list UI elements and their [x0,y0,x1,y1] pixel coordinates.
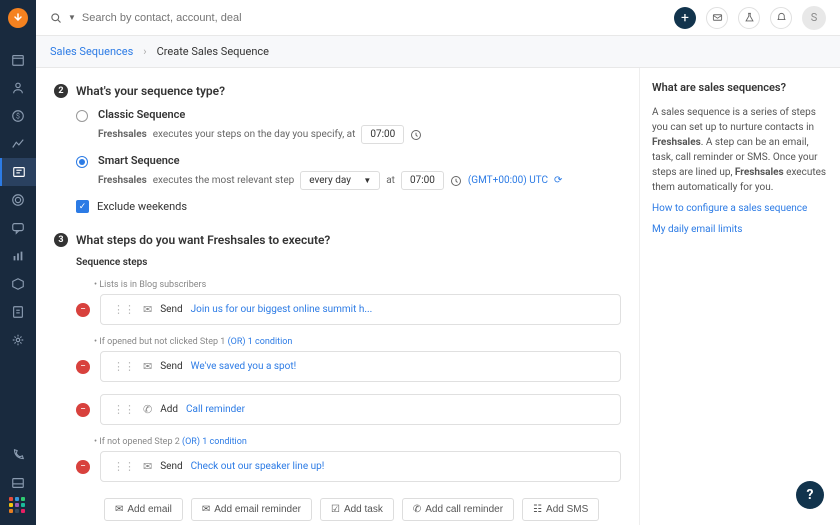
mail-icon[interactable] [706,7,728,29]
nav-calendar-icon[interactable] [0,46,36,74]
drag-handle-icon[interactable]: ⋮⋮ [113,460,135,473]
chevron-right-icon: › [143,45,146,58]
help-link-configure[interactable]: How to configure a sales sequence [652,201,828,216]
smart-time-input[interactable]: 07:00 [401,171,444,190]
step-card-2[interactable]: ⋮⋮ ✉ Send We've saved you a spot! [100,351,621,382]
add-call-reminder-button[interactable]: ✆ Add call reminder [402,498,514,521]
exclude-weekends-checkbox[interactable]: ✓ [76,200,89,213]
brand-text: Freshsales [98,175,147,186]
exclude-weekends-label: Exclude weekends [97,200,187,213]
nav-sequences-icon[interactable] [0,158,36,186]
drag-handle-icon[interactable]: ⋮⋮ [113,303,135,316]
brand-text: Freshsales [98,129,147,140]
step-link[interactable]: Join us for our biggest online summit h.… [191,304,373,315]
phone-icon: ✆ [143,403,152,416]
step-verb: Send [160,361,182,372]
section-title-steps: What steps do you want Freshsales to exe… [76,233,330,247]
email-icon: ✉ [143,303,152,316]
brand-logo [8,8,28,28]
top-actions: + [674,7,792,29]
help-title: What are sales sequences? [652,80,828,97]
condition-3: • If not opened Step 2 (OR) 1 condition [94,437,621,447]
new-button[interactable]: + [674,7,696,29]
condition-2: • If opened but not clicked Step 1 (OR) … [94,337,621,347]
bell-icon[interactable] [770,7,792,29]
step-verb: Send [160,461,182,472]
smart-desc: executes the most relevant step [153,175,294,186]
flask-icon[interactable] [738,7,760,29]
step-verb: Send [160,304,182,315]
nav-settings-icon[interactable] [0,326,36,354]
main-content: 2 What's your sequence type? Classic Seq… [36,68,640,525]
nav-chat-icon[interactable] [0,214,36,242]
remove-step-button[interactable]: − [76,303,90,317]
chevron-down-icon[interactable]: ▼ [68,13,76,22]
condition-1: • Lists is in Blog subscribers [94,280,621,290]
radio-smart[interactable] [76,156,88,168]
section-title-type: What's your sequence type? [76,84,225,98]
step-card-3[interactable]: ⋮⋮ ✆ Add Call reminder [100,394,621,425]
step-link[interactable]: We've saved you a spot! [191,361,297,372]
classic-label: Classic Sequence [98,108,422,121]
search-input[interactable] [82,12,664,24]
svg-text:$: $ [16,113,20,121]
help-panel: What are sales sequences? A sales sequen… [640,68,840,525]
nav-reports-icon[interactable] [0,242,36,270]
timezone-link[interactable]: (GMT+00:00) UTC [468,175,548,186]
search-wrap: ▼ [50,12,664,24]
nav-products-icon[interactable] [0,270,36,298]
radio-classic[interactable] [76,110,88,122]
remove-step-button[interactable]: − [76,403,90,417]
add-task-button[interactable]: ☑ Add task [320,498,394,521]
remove-step-button[interactable]: − [76,460,90,474]
step-card-1[interactable]: ⋮⋮ ✉ Send Join us for our biggest online… [100,294,621,325]
at-label: at [386,175,395,186]
step-link[interactable]: Check out our speaker line up! [191,461,325,472]
step-card-4[interactable]: ⋮⋮ ✉ Send Check out our speaker line up! [100,451,621,482]
breadcrumb-root[interactable]: Sales Sequences [50,45,133,58]
frequency-select[interactable]: every day▼ [300,171,380,190]
refresh-icon[interactable]: ⟳ [554,175,562,186]
left-sidebar: $ [0,0,36,525]
search-icon[interactable] [50,12,62,24]
breadcrumb: Sales Sequences › Create Sales Sequence [36,36,840,68]
add-sms-button[interactable]: ☷ Add SMS [522,498,599,521]
topbar: ▼ + S [36,0,840,36]
nav-deals-icon[interactable]: $ [0,102,36,130]
breadcrumb-current: Create Sales Sequence [157,45,269,58]
help-link-limits[interactable]: My daily email limits [652,222,828,237]
nav-phone-icon[interactable] [0,441,36,469]
apps-switcher-icon[interactable] [9,497,27,515]
sequence-steps-label: Sequence steps [76,257,621,268]
step-number-3: 3 [54,233,68,247]
add-email-button[interactable]: ✉ Add email [104,498,183,521]
drag-handle-icon[interactable]: ⋮⋮ [113,403,135,416]
step-verb: Add [160,404,178,415]
drag-handle-icon[interactable]: ⋮⋮ [113,360,135,373]
help-body: A sales sequence is a series of steps yo… [652,105,828,195]
nav-docs-icon[interactable] [0,298,36,326]
classic-desc: executes your steps on the day you speci… [153,129,356,140]
nav-inbox-icon[interactable] [0,469,36,497]
nav-target-icon[interactable] [0,186,36,214]
remove-step-button[interactable]: − [76,360,90,374]
step-number-2: 2 [54,84,68,98]
smart-label: Smart Sequence [98,154,562,167]
avatar[interactable]: S [802,6,826,30]
email-icon: ✉ [143,360,152,373]
step-link[interactable]: Call reminder [186,404,245,415]
nav-contacts-icon[interactable] [0,74,36,102]
nav-analytics-icon[interactable] [0,130,36,158]
email-icon: ✉ [143,460,152,473]
clock-icon [410,129,422,141]
clock-icon [450,175,462,187]
add-email-reminder-button[interactable]: ✉ Add email reminder [191,498,312,521]
classic-time-input[interactable]: 07:00 [361,125,404,144]
help-fab[interactable]: ? [796,481,824,509]
